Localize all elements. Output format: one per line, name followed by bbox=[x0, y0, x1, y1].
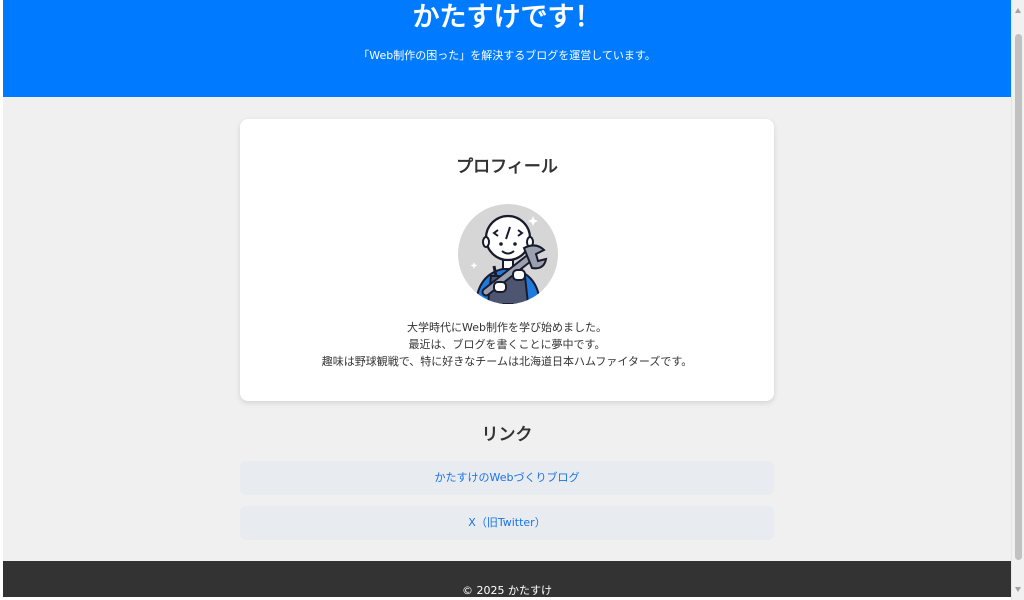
scrollbar-thumb[interactable] bbox=[1015, 34, 1022, 560]
site-title: かたすけです！ bbox=[412, 2, 602, 33]
links-heading: リンク bbox=[481, 425, 533, 445]
bio-line: 大学時代にWeb制作を学び始めました。 bbox=[407, 321, 607, 334]
x-twitter-link-button[interactable]: X（旧Twitter） bbox=[240, 506, 774, 540]
bio-line: 最近は、ブログを書くことに夢中です。 bbox=[408, 338, 606, 351]
copyright-text: © 2025 かたすけ bbox=[462, 584, 552, 597]
bio-line: 趣味は野球観戦で、特に好きなチームは北海道日本ハムファイターズです。 bbox=[321, 355, 693, 368]
vertical-scrollbar[interactable] bbox=[1011, 0, 1024, 600]
site-header: かたすけです！ 「Web制作の困った」を解決するブログを運営しています。 bbox=[3, 0, 1011, 97]
page-viewport: かたすけです！ 「Web制作の困った」を解決するブログを運営しています。 プロフ… bbox=[3, 0, 1011, 597]
profile-card: プロフィール 大学時代にWeb制作を学び始めました。 最近は、ブログを書くことに… bbox=[240, 119, 774, 401]
site-footer: © 2025 かたすけ bbox=[3, 561, 1011, 597]
site-description: 「Web制作の困った」を解決するブログを運営しています。 bbox=[358, 49, 656, 62]
scroll-down-arrow-icon[interactable] bbox=[1015, 587, 1021, 592]
scroll-up-arrow-icon[interactable] bbox=[1015, 8, 1021, 13]
developer-with-wrench-avatar-icon bbox=[458, 204, 558, 304]
profile-bio: 大学時代にWeb制作を学び始めました。 最近は、ブログを書くことに夢中です。 趣… bbox=[240, 319, 774, 370]
profile-heading: プロフィール bbox=[456, 157, 558, 177]
blog-link-button[interactable]: かたすけのWebづくりブログ bbox=[240, 461, 774, 495]
